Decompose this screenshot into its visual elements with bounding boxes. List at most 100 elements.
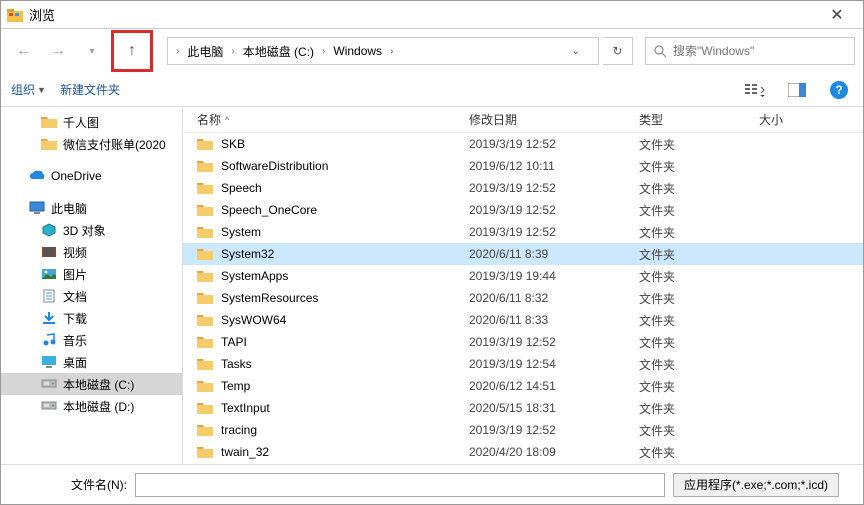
table-row[interactable]: SystemResources2020/6/11 8:32文件夹 — [183, 287, 863, 309]
table-row[interactable]: twain_322020/4/20 18:09文件夹 — [183, 441, 863, 463]
organize-menu[interactable]: 组织 ▼ — [11, 81, 46, 98]
help-button[interactable]: ? — [825, 78, 853, 102]
table-row[interactable]: TAPI2019/3/19 12:52文件夹 — [183, 331, 863, 353]
table-row[interactable]: SKB2019/3/19 12:52文件夹 — [183, 133, 863, 155]
filetype-label: 应用程序(*.exe;*.com;*.icd) — [684, 476, 828, 493]
back-button[interactable]: ← — [9, 36, 39, 66]
table-row[interactable]: System322020/6/11 8:39文件夹 — [183, 243, 863, 265]
cell-date: 2019/3/19 12:52 — [455, 225, 625, 239]
file-name: SysWOW64 — [221, 313, 286, 327]
cell-date: 2019/3/19 12:52 — [455, 423, 625, 437]
col-size[interactable]: 大小 — [745, 107, 825, 132]
tree-item[interactable]: OneDrive — [1, 165, 182, 187]
tree-item[interactable]: 图片 — [1, 263, 182, 285]
cell-name: SystemResources — [183, 291, 455, 305]
col-date[interactable]: 修改日期 — [455, 107, 625, 132]
tree-item-label: 下载 — [63, 310, 87, 327]
col-name[interactable]: 名称 ^ — [183, 107, 455, 132]
pictures-icon — [41, 267, 57, 281]
tree-item[interactable]: 音乐 — [1, 329, 182, 351]
nav-tree[interactable]: 千人图微信支付账单(2020 OneDrive 此电脑 3D 对象视频图片文档下载音乐… — [1, 107, 183, 464]
table-row[interactable]: System2019/3/19 12:52文件夹 — [183, 221, 863, 243]
tree-item-label: 3D 对象 — [63, 222, 106, 239]
col-name-label: 名称 — [197, 111, 221, 128]
col-type[interactable]: 类型 — [625, 107, 745, 132]
folder-icon — [197, 203, 213, 217]
recent-dropdown[interactable]: ▾ — [77, 36, 107, 66]
tree-item[interactable]: 视频 — [1, 241, 182, 263]
tree-item-label: 本地磁盘 (D:) — [63, 398, 134, 415]
tree-item[interactable]: 3D 对象 — [1, 219, 182, 241]
folder-icon — [197, 357, 213, 371]
table-row[interactable]: Speech2019/3/19 12:52文件夹 — [183, 177, 863, 199]
folder-icon — [197, 313, 213, 327]
view-menu[interactable] — [741, 78, 769, 102]
forward-button[interactable]: → — [43, 36, 73, 66]
tree-item[interactable]: 下载 — [1, 307, 182, 329]
cell-type: 文件夹 — [625, 246, 745, 263]
folder-icon — [41, 115, 57, 129]
cell-date: 2020/6/11 8:32 — [455, 291, 625, 305]
cell-name: Speech — [183, 181, 455, 195]
filename-input[interactable] — [135, 473, 665, 497]
table-row[interactable]: tracing2019/3/19 12:52文件夹 — [183, 419, 863, 441]
table-row[interactable]: SysWOW642020/6/11 8:33文件夹 — [183, 309, 863, 331]
cell-name: SysWOW64 — [183, 313, 455, 327]
preview-pane-button[interactable] — [783, 78, 811, 102]
tree-item[interactable]: 本地磁盘 (D:) — [1, 395, 182, 417]
cell-type: 文件夹 — [625, 224, 745, 241]
drive-icon — [41, 377, 57, 391]
table-row[interactable]: Temp2020/6/12 14:51文件夹 — [183, 375, 863, 397]
table-row[interactable]: TextInput2020/5/15 18:31文件夹 — [183, 397, 863, 419]
tree-item-label: 此电脑 — [51, 200, 87, 217]
toolbar: 组织 ▼ 新建文件夹 ? — [1, 73, 863, 107]
up-button[interactable]: ↑ — [117, 36, 147, 66]
folder-icon — [197, 335, 213, 349]
chevron-right-icon[interactable]: › — [320, 46, 327, 57]
tree-item-label: 微信支付账单(2020 — [63, 136, 166, 153]
cell-name: TAPI — [183, 335, 455, 349]
crumb-windows[interactable]: Windows — [329, 42, 386, 60]
tree-item-label: 桌面 — [63, 354, 87, 371]
cell-name: SKB — [183, 137, 455, 151]
tree-item[interactable]: 桌面 — [1, 351, 182, 373]
table-row[interactable]: SoftwareDistribution2019/6/12 10:11文件夹 — [183, 155, 863, 177]
drive-icon — [41, 399, 57, 413]
chevron-right-icon[interactable]: › — [229, 46, 236, 57]
cell-date: 2019/3/19 12:52 — [455, 181, 625, 195]
search-input[interactable] — [673, 44, 846, 58]
folder-icon — [197, 423, 213, 437]
folder-icon — [197, 379, 213, 393]
cell-type: 文件夹 — [625, 202, 745, 219]
app-icon — [7, 8, 23, 22]
browse-dialog: 浏览 ✕ ← → ▾ ↑ › 此电脑 › 本地磁盘 (C:) › Windows… — [0, 0, 864, 505]
table-row[interactable]: Tasks2019/3/19 12:54文件夹 — [183, 353, 863, 375]
search-box[interactable] — [645, 37, 855, 65]
cell-type: 文件夹 — [625, 312, 745, 329]
table-row[interactable]: SystemApps2019/3/19 19:44文件夹 — [183, 265, 863, 287]
table-row[interactable]: Speech_OneCore2019/3/19 12:52文件夹 — [183, 199, 863, 221]
window-title: 浏览 — [29, 5, 817, 24]
folder-icon — [197, 137, 213, 151]
new-folder-button[interactable]: 新建文件夹 — [60, 81, 120, 98]
cell-date: 2020/4/20 18:09 — [455, 445, 625, 459]
address-bar[interactable]: › 此电脑 › 本地磁盘 (C:) › Windows › ⌄ — [167, 37, 599, 65]
address-dropdown[interactable]: ⌄ — [560, 46, 592, 57]
close-button[interactable]: ✕ — [817, 1, 857, 28]
chevron-right-icon[interactable]: › — [174, 46, 181, 57]
search-icon — [654, 45, 667, 58]
file-list[interactable]: SKB2019/3/19 12:52文件夹SoftwareDistributio… — [183, 133, 863, 464]
cell-type: 文件夹 — [625, 444, 745, 461]
tree-item[interactable]: 千人图 — [1, 111, 182, 133]
tree-item[interactable]: 本地磁盘 (C:) — [1, 373, 182, 395]
crumb-thispc[interactable]: 此电脑 — [183, 41, 227, 62]
tree-item[interactable]: 文档 — [1, 285, 182, 307]
tree-item[interactable]: 此电脑 — [1, 197, 182, 219]
filetype-dropdown[interactable]: 应用程序(*.exe;*.com;*.icd) — [673, 473, 839, 497]
chevron-right-icon[interactable]: › — [388, 46, 395, 57]
refresh-button[interactable]: ↻ — [603, 37, 633, 65]
file-name: TextInput — [221, 401, 270, 415]
new-folder-label: 新建文件夹 — [60, 81, 120, 98]
tree-item[interactable]: 微信支付账单(2020 — [1, 133, 182, 155]
crumb-drive[interactable]: 本地磁盘 (C:) — [239, 41, 318, 62]
